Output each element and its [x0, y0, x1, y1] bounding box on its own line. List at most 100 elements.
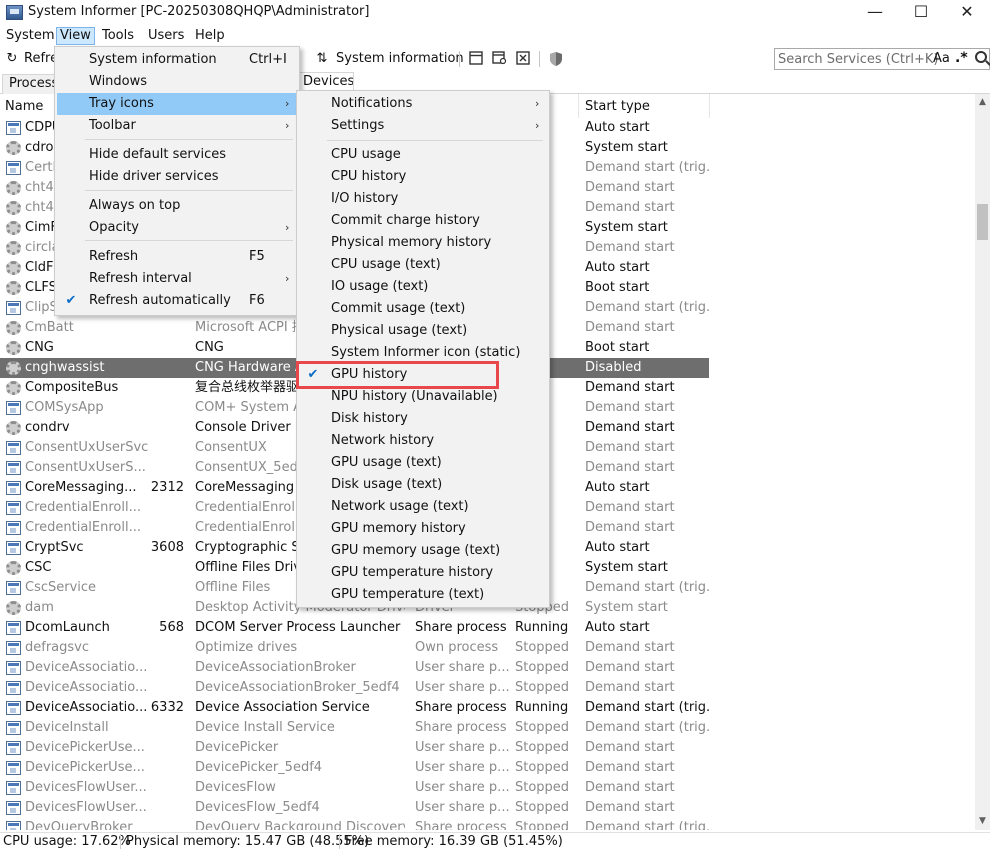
service-start-type: Demand start — [585, 240, 675, 255]
vertical-scrollbar[interactable]: ▲ ▼ — [975, 94, 990, 830]
menu-item-tray-icons[interactable]: Tray icons › — [57, 93, 297, 115]
refresh-icon[interactable]: ↻ — [4, 51, 20, 67]
table-row[interactable]: DcomLaunch 568 DCOM Server Process Launche… — [0, 618, 975, 638]
search-input[interactable]: Search Services (Ctrl+K) Aa .* — [774, 48, 990, 70]
service-name: COMSysApp — [25, 400, 104, 415]
column-header-start-type[interactable]: Start type — [585, 99, 650, 114]
menu-item-label: GPU usage (text) — [331, 455, 442, 470]
menu-separator — [85, 139, 293, 140]
menu-item-refresh[interactable]: Refresh F5 — [57, 246, 297, 268]
menu-item-physical-usage-text[interactable]: Physical usage (text) — [299, 320, 547, 342]
service-window-icon — [6, 121, 21, 135]
table-row[interactable]: DeviceAssociatio... 6332 Device Associatio… — [0, 698, 975, 718]
search-icon[interactable] — [975, 51, 987, 63]
menu-item-commit-charge-history[interactable]: Commit charge history — [299, 210, 547, 232]
menu-item-npu-history-unavailable[interactable]: NPU history (Unavailable) — [299, 386, 547, 408]
menu-item-hide-driver-services[interactable]: Hide driver services — [57, 166, 297, 188]
service-start-type: Demand start — [585, 380, 675, 395]
table-row[interactable]: DevicesFlowUser... DevicesFlow User share … — [0, 778, 975, 798]
column-header-name[interactable]: Name — [5, 99, 43, 114]
menu-item-gpu-memory-usage-text[interactable]: GPU memory usage (text) — [299, 540, 547, 562]
menu-item-settings[interactable]: Settings › — [299, 115, 547, 137]
service-window-icon — [6, 441, 21, 455]
menu-item-windows[interactable]: Windows — [57, 71, 297, 93]
table-row[interactable]: DevicePickerUse... DevicePicker User share… — [0, 738, 975, 758]
service-window-icon — [6, 781, 21, 795]
menu-tools[interactable]: Tools — [99, 28, 137, 46]
scroll-down-arrow-icon[interactable]: ▼ — [975, 813, 990, 830]
service-name: CryptSvc — [25, 540, 84, 555]
column-separator[interactable] — [578, 94, 579, 118]
menu-item-shortcut: F6 — [249, 293, 265, 308]
menu-item-label: Refresh automatically — [89, 293, 231, 308]
table-row[interactable]: DeviceAssociatio... DeviceAssociationBrok… — [0, 678, 975, 698]
table-row[interactable]: DevicePickerUse... DevicePicker_5edf4 User… — [0, 758, 975, 778]
menu-item-gpu-temperature-text[interactable]: GPU temperature (text) — [299, 584, 547, 606]
service-status: Stopped — [515, 660, 570, 675]
table-row[interactable]: DevQueryBroker DevQuery Background Discov… — [0, 818, 975, 830]
minimize-button[interactable]: — — [852, 0, 898, 26]
system-information-button[interactable]: System information — [336, 51, 464, 66]
service-start-type: Demand start — [585, 400, 675, 415]
system-information-icon[interactable]: ⇅ — [314, 51, 330, 67]
service-status: Stopped — [515, 800, 570, 815]
scroll-up-arrow-icon[interactable]: ▲ — [975, 94, 990, 111]
menu-item-cpu-history[interactable]: CPU history — [299, 166, 547, 188]
menu-item-opacity[interactable]: Opacity › — [57, 217, 297, 239]
search-placeholder: Search Services (Ctrl+K) — [778, 52, 939, 67]
column-separator[interactable] — [709, 94, 710, 118]
menu-item-io-usage-text[interactable]: IO usage (text) — [299, 276, 547, 298]
close-window-icon[interactable] — [515, 51, 531, 67]
table-row[interactable]: DeviceInstall Device Install Service Share… — [0, 718, 975, 738]
service-start-type: Demand start — [585, 680, 675, 695]
menu-item-system-information[interactable]: System information Ctrl+I — [57, 49, 297, 71]
menu-item-label: Toolbar — [89, 118, 136, 133]
menu-item-notifications[interactable]: Notifications › — [299, 93, 547, 115]
menu-item-label: Physical memory history — [331, 235, 492, 250]
menu-item-refresh-automatically[interactable]: ✔ Refresh automatically F6 — [57, 290, 297, 312]
menu-item-network-history[interactable]: Network history — [299, 430, 547, 452]
menu-item-commit-usage-text[interactable]: Commit usage (text) — [299, 298, 547, 320]
menu-item-gpu-usage-text[interactable]: GPU usage (text) — [299, 452, 547, 474]
window-icon[interactable] — [468, 51, 484, 67]
menu-item-i-o-history[interactable]: I/O history — [299, 188, 547, 210]
find-window-icon[interactable] — [491, 51, 507, 67]
menu-item-toolbar[interactable]: Toolbar › — [57, 115, 297, 137]
menu-item-disk-history[interactable]: Disk history — [299, 408, 547, 430]
service-type: User share p... — [415, 760, 510, 775]
regex-toggle[interactable]: .* — [955, 50, 968, 66]
menu-item-refresh-interval[interactable]: Refresh interval › — [57, 268, 297, 290]
status-separator — [339, 834, 340, 849]
menu-item-cpu-usage-text[interactable]: CPU usage (text) — [299, 254, 547, 276]
table-row[interactable]: DeviceAssociatio... DeviceAssociationBrok… — [0, 658, 975, 678]
menu-users[interactable]: Users — [145, 28, 187, 46]
menu-item-gpu-temperature-history[interactable]: GPU temperature history — [299, 562, 547, 584]
service-display-name: DevQuery Background Discovery ... — [195, 820, 405, 830]
service-window-icon — [6, 581, 21, 595]
menu-item-network-usage-text[interactable]: Network usage (text) — [299, 496, 547, 518]
table-row[interactable]: defragsvc Optimize drives Own process Stopp… — [0, 638, 975, 658]
menu-system[interactable]: System — [3, 28, 57, 46]
service-start-type: Auto start — [585, 620, 650, 635]
refresh-button[interactable]: Refre — [24, 51, 58, 66]
close-button[interactable]: ✕ — [944, 0, 990, 26]
gear-icon — [6, 261, 21, 275]
menu-item-gpu-memory-history[interactable]: GPU memory history — [299, 518, 547, 540]
menu-item-hide-default-services[interactable]: Hide default services — [57, 144, 297, 166]
table-row[interactable]: DevicesFlowUser... DevicesFlow_5edf4 User … — [0, 798, 975, 818]
service-start-type: Demand start — [585, 760, 675, 775]
shield-icon[interactable] — [548, 51, 564, 67]
maximize-button[interactable]: ☐ — [898, 0, 944, 26]
menu-view[interactable]: View — [56, 27, 95, 45]
match-case-toggle[interactable]: Aa — [933, 51, 950, 66]
menu-item-always-on-top[interactable]: Always on top — [57, 195, 297, 217]
menu-item-cpu-usage[interactable]: CPU usage — [299, 144, 547, 166]
scroll-thumb[interactable] — [977, 204, 988, 240]
menu-item-disk-usage-text[interactable]: Disk usage (text) — [299, 474, 547, 496]
menu-item-physical-memory-history[interactable]: Physical memory history — [299, 232, 547, 254]
tab-processes[interactable]: Processe — [2, 74, 58, 94]
menu-help[interactable]: Help — [192, 28, 228, 46]
service-status: Running — [515, 620, 569, 635]
service-start-type: Demand start — [585, 180, 675, 195]
service-start-type: Demand start (trig... — [585, 720, 709, 735]
